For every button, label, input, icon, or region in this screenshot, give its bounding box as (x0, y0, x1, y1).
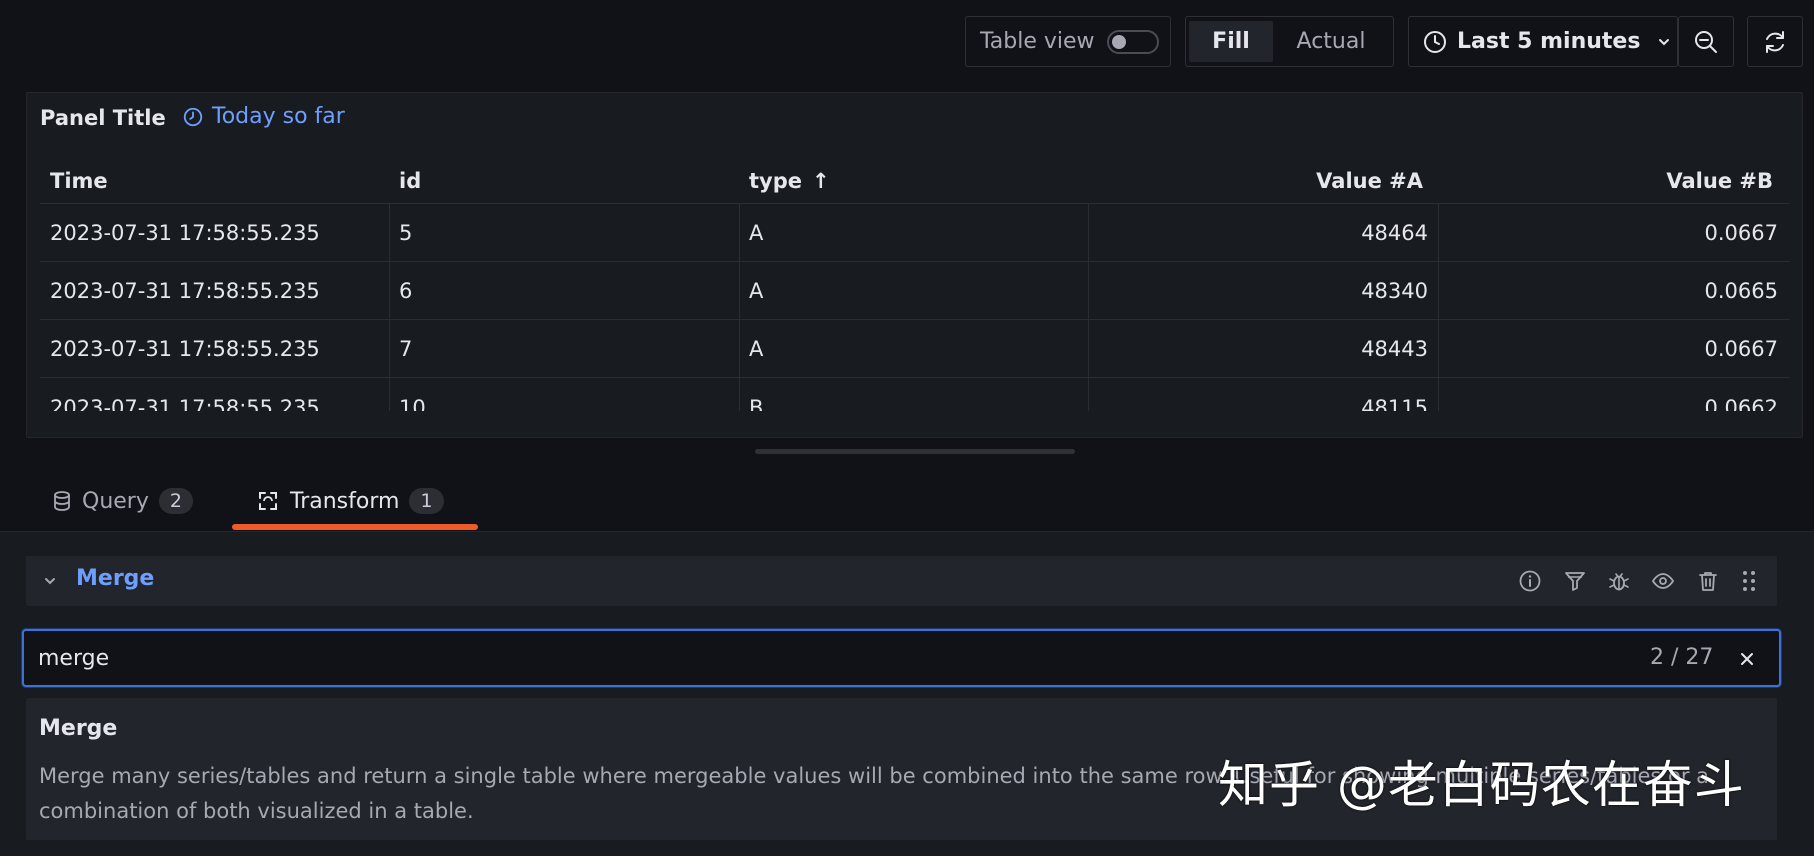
cell-id: 6 (399, 279, 413, 303)
cell-value-b: 0.0665 (1704, 279, 1778, 303)
tab-query-count: 2 (158, 488, 193, 514)
column-header-type[interactable]: type ↑ (749, 166, 830, 196)
tab-query[interactable]: Query 2 (52, 486, 193, 516)
cell-value-a: 48115 (1361, 396, 1428, 411)
cell-id: 7 (399, 337, 413, 361)
resize-splitter[interactable] (755, 449, 1075, 454)
cell-value-b: 0.0667 (1704, 221, 1778, 245)
column-header-value-a[interactable]: Value #A (1100, 166, 1423, 196)
table-row[interactable]: 2023-07-31 17:58:55.235 10 B 48115 0.066… (40, 379, 1790, 411)
panel-title: Panel Title (40, 106, 166, 130)
description-title: Merge (39, 716, 118, 741)
filter-icon[interactable] (1562, 568, 1588, 594)
cell-value-a: 48464 (1361, 221, 1428, 245)
cell-type: B (749, 396, 764, 411)
panel-time-info: Today so far (182, 104, 345, 129)
column-header-id[interactable]: id (399, 166, 421, 196)
zoom-out-button[interactable] (1678, 16, 1734, 67)
fill-button[interactable]: Fill (1189, 21, 1273, 62)
tab-transform-label: Transform (290, 488, 400, 514)
column-header-type-label: type (749, 169, 803, 193)
sort-ascending-icon: ↑ (812, 169, 830, 193)
tab-transform-count: 1 (409, 488, 444, 514)
table-view-switch[interactable] (1106, 29, 1159, 54)
panel-time-label: Today so far (212, 104, 345, 129)
cell-time: 2023-07-31 17:58:55.235 (50, 221, 320, 245)
cell-id: 10 (399, 396, 426, 411)
cell-value-a: 48340 (1361, 279, 1428, 303)
transformation-header[interactable] (26, 556, 1777, 606)
table-row[interactable]: 2023-07-31 17:58:55.235 5 A 48464 0.0667 (40, 204, 1790, 262)
active-tab-indicator (232, 524, 478, 530)
cell-value-b: 0.0667 (1704, 337, 1778, 361)
cell-type: A (749, 221, 764, 245)
search-input[interactable] (38, 641, 1538, 675)
zoom-out-icon (1693, 29, 1719, 55)
table-body[interactable]: 2023-07-31 17:58:55.235 5 A 48464 0.0667… (40, 204, 1790, 411)
time-range-label: Last 5 minutes (1457, 29, 1641, 54)
database-icon (52, 490, 72, 512)
clock-icon (1423, 30, 1447, 54)
collapse-chevron-icon[interactable] (42, 573, 58, 589)
table-view-label: Table view (980, 29, 1095, 54)
watermark-text: 知乎 @老白码农在奋斗 (1218, 756, 1745, 814)
cell-time: 2023-07-31 17:58:55.235 (50, 396, 320, 411)
switch-knob (1111, 34, 1126, 49)
info-icon[interactable] (1517, 568, 1543, 594)
cell-value-b: 0.0662 (1704, 396, 1778, 411)
close-icon[interactable] (1734, 646, 1760, 672)
search-match-count: 2 / 27 (1650, 645, 1714, 670)
tab-transform[interactable]: Transform 1 (256, 486, 444, 516)
drag-handle-icon[interactable] (1736, 568, 1762, 594)
transformation-title[interactable]: Merge (76, 566, 154, 591)
cell-id: 5 (399, 221, 413, 245)
refresh-button[interactable] (1747, 16, 1803, 67)
refresh-icon (1762, 29, 1788, 55)
actual-button[interactable]: Actual (1273, 21, 1389, 62)
trash-icon[interactable] (1695, 568, 1721, 594)
eye-icon[interactable] (1650, 568, 1676, 594)
cell-time: 2023-07-31 17:58:55.235 (50, 279, 320, 303)
debug-icon[interactable] (1606, 568, 1632, 594)
chevron-down-icon (1656, 34, 1672, 50)
column-header-value-b[interactable]: Value #B (1450, 166, 1773, 196)
cell-time: 2023-07-31 17:58:55.235 (50, 337, 320, 361)
column-header-time[interactable]: Time (50, 166, 108, 196)
table-row[interactable]: 2023-07-31 17:58:55.235 7 A 48443 0.0667 (40, 320, 1790, 378)
cell-type: A (749, 337, 764, 361)
cell-type: A (749, 279, 764, 303)
time-range-picker[interactable]: Last 5 minutes (1408, 16, 1678, 67)
cell-value-a: 48443 (1361, 337, 1428, 361)
table-row[interactable]: 2023-07-31 17:58:55.235 6 A 48340 0.0665 (40, 262, 1790, 320)
fill-actual-radio-group: Fill Actual (1185, 16, 1394, 67)
row-divider (40, 377, 1790, 378)
table-view-toggle[interactable]: Table view (965, 16, 1171, 67)
clock-icon (182, 106, 204, 128)
tab-query-label: Query (82, 488, 149, 514)
transform-icon (256, 489, 280, 513)
